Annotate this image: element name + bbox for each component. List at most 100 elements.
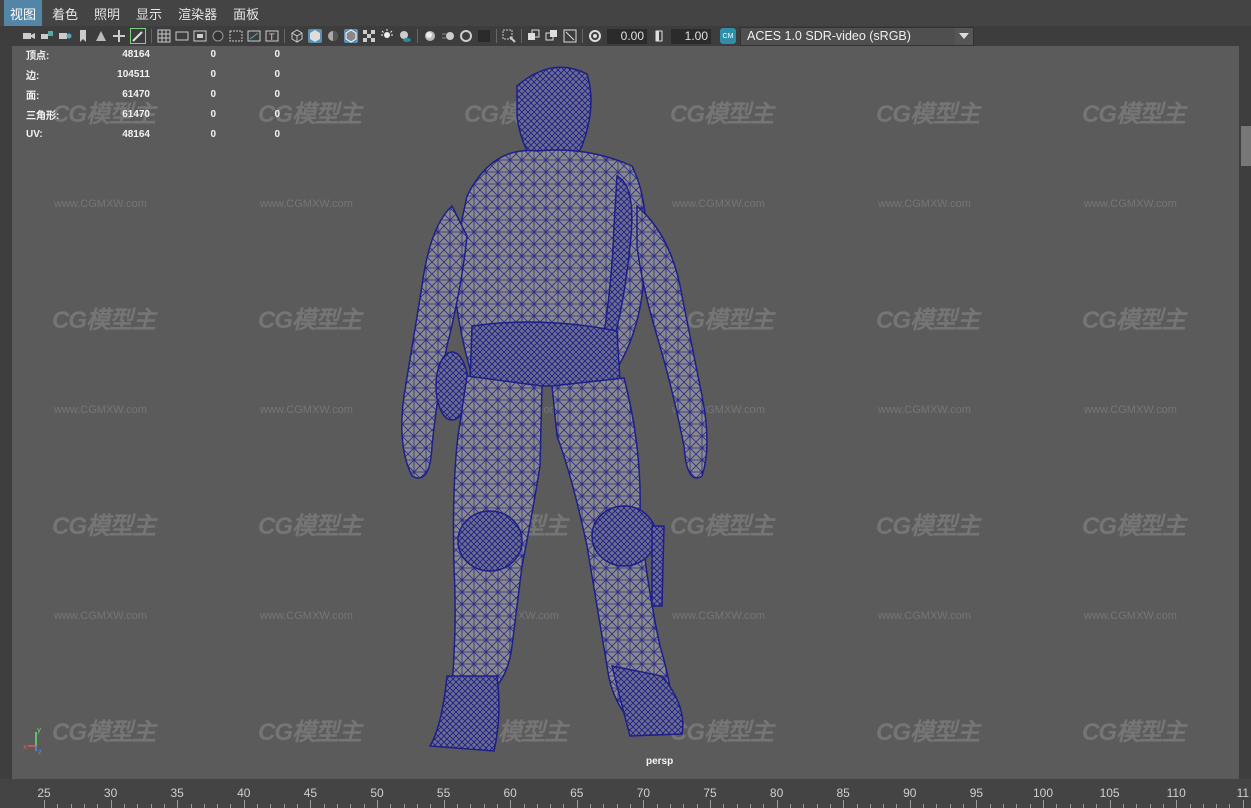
camera-icon[interactable] (22, 29, 36, 43)
camera-attr-icon[interactable] (58, 29, 72, 43)
wireframe-icon[interactable] (290, 29, 304, 43)
smooth-shade-icon[interactable] (308, 29, 322, 43)
timeline-tick (310, 800, 312, 808)
gamma-icon[interactable] (652, 29, 666, 43)
safe-title-icon[interactable]: T (265, 29, 279, 43)
timeline-tick (190, 804, 192, 808)
gamma-field[interactable] (671, 28, 711, 44)
camera-name-label: persp (646, 756, 674, 767)
timeline-tick (297, 804, 299, 808)
time-slider[interactable]: 25 30 35 40 45 50 55 60 65 70 75 80 85 90 95 100 105 110 1… (0, 779, 1251, 808)
timeline-tick (736, 804, 738, 808)
timeline-tick (1149, 804, 1151, 808)
3d-viewport[interactable]: CG模型主 CG模型主 CG模型主 CG模型主 CG模型主 CG模型主 CG模型主 CG模型主… (12, 46, 1239, 779)
menu-renderer[interactable]: 渲染器 (172, 0, 223, 27)
toolbar-divider (496, 29, 497, 43)
hud-value-selected: 0 (210, 68, 216, 80)
timeline-tick (217, 804, 219, 808)
toolbar-divider (151, 29, 152, 43)
resolution-gate-icon[interactable] (193, 29, 207, 43)
xray-icon[interactable] (527, 29, 541, 43)
timeline-tick-label: 90 (903, 786, 917, 800)
timeline-tick (97, 804, 99, 808)
timeline-tick (909, 800, 911, 808)
timeline-tick (763, 804, 765, 808)
motion-blur-icon[interactable] (441, 29, 455, 43)
timeline-tick-label: 80 (769, 786, 784, 800)
axis-y-label: y (37, 726, 41, 734)
timeline-tick (416, 804, 418, 808)
multisample-icon[interactable] (459, 29, 473, 43)
timeline-tick (177, 800, 179, 808)
shade-all-icon[interactable] (326, 29, 340, 43)
timeline-tick (803, 804, 805, 808)
timeline-tick (869, 804, 871, 808)
image-plane-icon[interactable] (94, 29, 108, 43)
axis-x-label: x (23, 743, 27, 751)
wireframe-on-shaded-icon[interactable] (344, 29, 358, 43)
timeline-tick (710, 800, 711, 808)
timeline-tick (470, 804, 472, 808)
timeline-tick (1162, 804, 1164, 808)
color-management-icon[interactable]: CM (720, 28, 736, 44)
field-chart-icon[interactable] (229, 29, 243, 43)
hud-value-triangles: 0 (274, 128, 280, 140)
camera-lock-icon[interactable] (40, 29, 54, 43)
timeline-tick (550, 804, 552, 808)
xray-active-icon[interactable] (545, 29, 559, 43)
hud-value-selected: 0 (210, 48, 216, 60)
hud-value-total: 104511 (117, 68, 150, 80)
timeline-tick (1069, 804, 1071, 808)
hud-value-triangles: 0 (274, 88, 280, 100)
grid-2d-pan-icon[interactable] (112, 29, 126, 43)
exposure-field[interactable] (607, 28, 647, 44)
timeline-tick (1082, 804, 1084, 808)
bookmark-icon[interactable] (76, 29, 90, 43)
timeline-tick (270, 804, 272, 808)
hud-row: 边: 104511 0 0 (26, 64, 280, 84)
timeline-tick-label: 45 (303, 786, 318, 800)
menu-show[interactable]: 显示 (130, 0, 168, 27)
hud-value-selected: 0 (210, 128, 216, 140)
textured-icon[interactable] (362, 29, 376, 43)
safe-action-icon[interactable] (247, 29, 261, 43)
gate-mask-icon[interactable] (211, 29, 225, 43)
shadows-icon[interactable] (398, 29, 412, 43)
xray-joints-icon[interactable] (563, 29, 577, 43)
timeline-tick (776, 800, 778, 808)
timeline-tick (230, 804, 232, 808)
timeline-tick (1109, 800, 1111, 808)
exposure-icon[interactable] (588, 29, 602, 43)
menu-panels[interactable]: 面板 (227, 0, 265, 27)
timeline-tick-label: 55 (436, 786, 451, 800)
chevron-down-icon (955, 27, 973, 45)
menu-lighting[interactable]: 照明 (88, 0, 126, 27)
ambient-occlusion-icon[interactable] (423, 29, 437, 43)
hud-value-selected: 0 (210, 108, 216, 120)
timeline-tick-label: 75 (703, 786, 717, 800)
depth-of-field-icon[interactable] (477, 29, 491, 43)
timeline-tick-label: 105 (1099, 786, 1120, 800)
timeline-tick (936, 804, 938, 808)
grease-pencil-icon[interactable] (130, 28, 146, 44)
color-space-dropdown[interactable]: ACES 1.0 SDR-video (sRGB) (740, 26, 974, 46)
grid-icon[interactable] (157, 29, 171, 43)
timeline-tick (536, 804, 538, 808)
timeline-tick-label: 100 (1032, 786, 1054, 800)
timeline-tick (1029, 804, 1031, 808)
timeline-tick (443, 800, 445, 808)
isolate-select-icon[interactable] (502, 29, 516, 43)
timeline-tick (1096, 804, 1098, 808)
timeline-tick (963, 804, 965, 808)
timeline-tick (630, 804, 632, 808)
side-panel-tab[interactable] (1241, 126, 1251, 166)
use-lights-icon[interactable] (380, 29, 394, 43)
hud-label: 三角形: (26, 110, 60, 122)
menu-shading[interactable]: 着色 (46, 0, 84, 27)
toolbar-divider (284, 29, 285, 43)
timeline-tick (616, 804, 618, 808)
film-gate-icon[interactable] (175, 29, 189, 43)
timeline-tick (430, 804, 432, 808)
timeline-tick (363, 804, 365, 808)
menu-view[interactable]: 视图 (4, 0, 43, 27)
